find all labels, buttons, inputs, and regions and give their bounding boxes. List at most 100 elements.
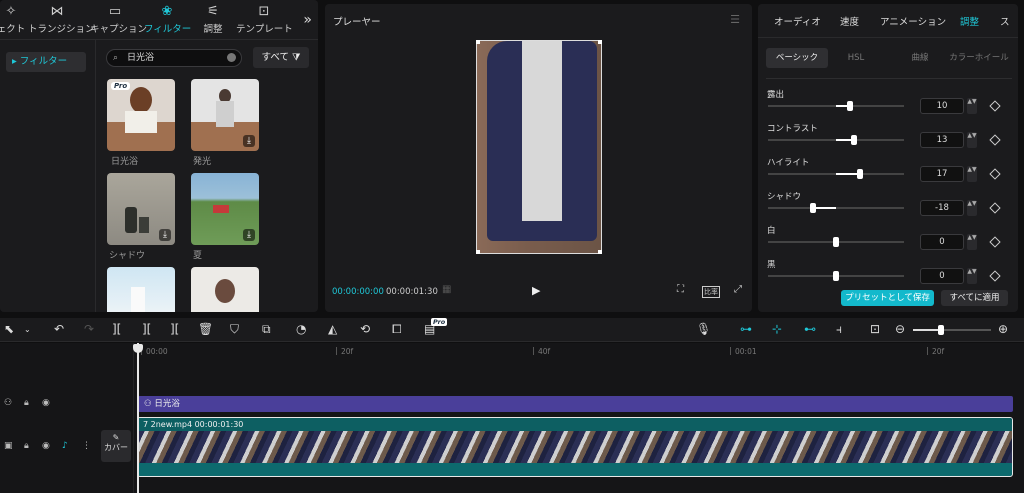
video-preview[interactable] (476, 40, 602, 254)
clear-search-icon[interactable] (227, 53, 236, 62)
tab-audio[interactable]: オーディオ (774, 14, 821, 28)
menu-icon[interactable]: ☰ (730, 13, 740, 26)
select-cursor-icon[interactable]: ⬉ (4, 322, 14, 336)
filter-thumb-6[interactable] (191, 267, 259, 312)
delete-icon[interactable]: 🗑 (198, 322, 213, 336)
tab-template[interactable]: ⊡ テンプレート (236, 4, 293, 38)
param-value-input[interactable]: 0 (920, 234, 964, 250)
undo-icon[interactable]: ↶ (54, 322, 64, 336)
filter-thumb-glow[interactable]: ⤓ (191, 79, 259, 151)
mute-icon[interactable]: ♪ (62, 441, 68, 451)
keyframe-icon[interactable] (989, 236, 1001, 248)
keyframe-icon[interactable] (989, 202, 1001, 214)
split-left-icon[interactable]: ][ (142, 322, 151, 336)
stepper-icon[interactable]: ▲▼ (967, 132, 977, 148)
tab-speed[interactable]: 速度 (840, 14, 859, 28)
fullscreen-focus-icon[interactable]: ⛶ (677, 284, 684, 295)
subtab-curves[interactable]: 曲線 (896, 48, 944, 68)
apply-all-button[interactable]: すべてに適用 (941, 290, 1008, 306)
save-preset-button[interactable]: プリセットとして保存 (841, 290, 934, 306)
keyframe-icon[interactable] (989, 100, 1001, 112)
split-preview-icon[interactable]: ⫞ (836, 322, 842, 337)
split-right-icon[interactable]: ][ (170, 322, 179, 336)
magnet-snap-icon[interactable]: ⊹ (772, 322, 782, 336)
marker-icon[interactable]: ⛉ (230, 322, 239, 337)
more-tabs-icon[interactable]: » (303, 12, 312, 28)
param-slider[interactable] (768, 237, 904, 247)
zoom-in-icon[interactable]: ⊕ (998, 322, 1008, 336)
redo-icon[interactable]: ↷ (84, 322, 94, 336)
filter-thumb-summer[interactable]: ⤓ (191, 173, 259, 245)
link-clips-icon[interactable]: ⊷ (804, 322, 816, 336)
more-icon[interactable]: ⋮ (82, 441, 91, 451)
microphone-icon[interactable]: 🎙 (696, 322, 711, 336)
search-input[interactable]: ⌕ 日光浴 (106, 49, 242, 67)
corner-handle[interactable] (598, 250, 602, 254)
download-icon[interactable]: ⤓ (243, 229, 255, 241)
slider-knob[interactable] (833, 237, 839, 247)
lock-icon[interactable]: 🔒︎ (24, 441, 29, 451)
eye-icon[interactable]: ◉ (42, 441, 50, 451)
slider-knob[interactable] (833, 271, 839, 281)
video-clip[interactable]: 7 2new.mp4 00:00:01:30 (137, 417, 1013, 477)
tab-overflow[interactable]: ス (1000, 14, 1010, 28)
param-slider[interactable] (768, 169, 904, 179)
tab-transition[interactable]: ⋈ トランジション (28, 4, 95, 38)
corner-handle[interactable] (476, 250, 480, 254)
zoom-out-icon[interactable]: ⊖ (895, 322, 905, 336)
filter-thumb-5[interactable] (107, 267, 175, 312)
corner-handle[interactable] (476, 40, 480, 44)
keyframe-icon[interactable] (989, 168, 1001, 180)
stepper-icon[interactable]: ▲▼ (967, 166, 977, 182)
split-icon[interactable]: ][ (112, 322, 121, 336)
tab-adjust[interactable]: 調整 (960, 14, 979, 28)
param-slider[interactable] (768, 135, 904, 145)
zoom-knob[interactable] (938, 325, 944, 335)
playhead[interactable] (137, 343, 139, 493)
speed-icon[interactable]: ◔ (296, 322, 306, 336)
filter-thumb-shadow[interactable]: ⤓ (107, 173, 175, 245)
param-value-input[interactable]: 13 (920, 132, 964, 148)
param-value-input[interactable]: -18 (920, 200, 964, 216)
tab-animation[interactable]: アニメーション (880, 14, 946, 28)
tab-effects[interactable]: ✧ ェクト (0, 4, 26, 38)
cover-button[interactable]: ✎ カバー (101, 430, 131, 462)
subtab-basic[interactable]: ベーシック (766, 48, 828, 68)
slider-knob[interactable] (809, 203, 816, 213)
slider-knob[interactable] (850, 135, 857, 145)
download-icon[interactable]: ⤓ (159, 229, 171, 241)
sidebar-item-filter[interactable]: ▸ フィルター (6, 52, 86, 72)
corner-handle[interactable] (598, 40, 602, 44)
time-ruler[interactable]: 00:00 20f 40f 00:01 20f (137, 343, 1024, 359)
subtab-color-wheel[interactable]: カラーホイール (946, 48, 1012, 68)
tab-caption[interactable]: ▭ キャプション (90, 4, 147, 38)
freeze-icon[interactable]: ⧉ (262, 322, 271, 337)
param-value-input[interactable]: 17 (920, 166, 964, 182)
tab-filter[interactable]: ❀ フィルター (144, 4, 191, 38)
rotate-icon[interactable]: ⟲ (360, 322, 370, 336)
zoom-slider[interactable] (913, 325, 991, 335)
param-value-input[interactable]: 0 (920, 268, 964, 284)
keyframe-icon[interactable] (989, 134, 1001, 146)
filter-all-dropdown[interactable]: すべて ⧩ (253, 47, 309, 68)
param-slider[interactable] (768, 203, 904, 213)
tab-adjust[interactable]: ⚟ 調整 (196, 4, 230, 38)
stepper-icon[interactable]: ▲▼ (967, 234, 977, 250)
filter-clip[interactable]: ⚇ 日光浴 (138, 396, 1013, 412)
param-slider[interactable] (768, 101, 904, 111)
keyframe-icon[interactable] (989, 270, 1001, 282)
chevron-down-icon[interactable]: ⌄ (24, 325, 31, 334)
param-value-input[interactable]: 10 (920, 98, 964, 114)
crop-icon[interactable]: ⧠ (392, 322, 402, 337)
download-icon[interactable]: ⤓ (243, 135, 255, 147)
param-slider[interactable] (768, 271, 904, 281)
expand-icon[interactable]: ⤢ (734, 284, 742, 295)
mirror-icon[interactable]: ◭ (328, 322, 337, 336)
preview-axis-icon[interactable]: ⊡ (870, 322, 880, 336)
play-icon[interactable]: ▶ (532, 284, 540, 297)
stepper-icon[interactable]: ▲▼ (967, 98, 977, 114)
stepper-icon[interactable]: ▲▼ (967, 200, 977, 216)
slider-knob[interactable] (857, 169, 864, 179)
stepper-icon[interactable]: ▲▼ (967, 268, 977, 284)
subtab-hsl[interactable]: HSL (832, 48, 880, 68)
